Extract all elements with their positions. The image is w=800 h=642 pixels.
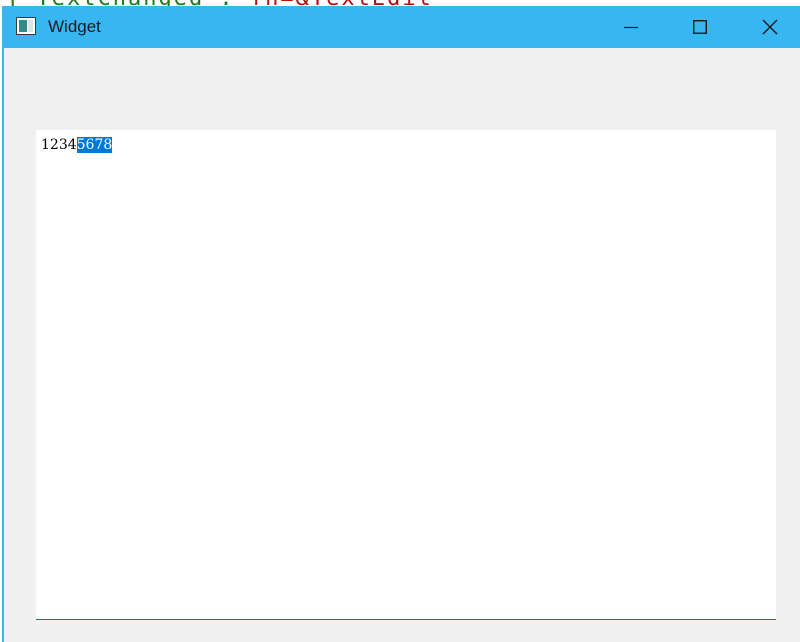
minimize-button[interactable] — [608, 6, 654, 48]
text-edit[interactable]: 12345678 — [36, 130, 776, 620]
text-edit-content[interactable]: 12345678 — [41, 135, 113, 155]
close-button[interactable] — [747, 6, 793, 48]
minimize-icon — [624, 26, 638, 29]
widget-window: Widget 12345678 — [2, 6, 800, 642]
title-bar[interactable]: Widget — [4, 6, 800, 48]
window-title: Widget — [48, 17, 101, 36]
unselected-text[interactable]: 1234 — [41, 137, 77, 153]
selected-text[interactable]: 5678 — [76, 137, 113, 153]
maximize-button[interactable] — [677, 6, 723, 48]
close-icon — [762, 19, 778, 35]
maximize-icon — [693, 20, 707, 34]
app-icon — [16, 17, 36, 35]
